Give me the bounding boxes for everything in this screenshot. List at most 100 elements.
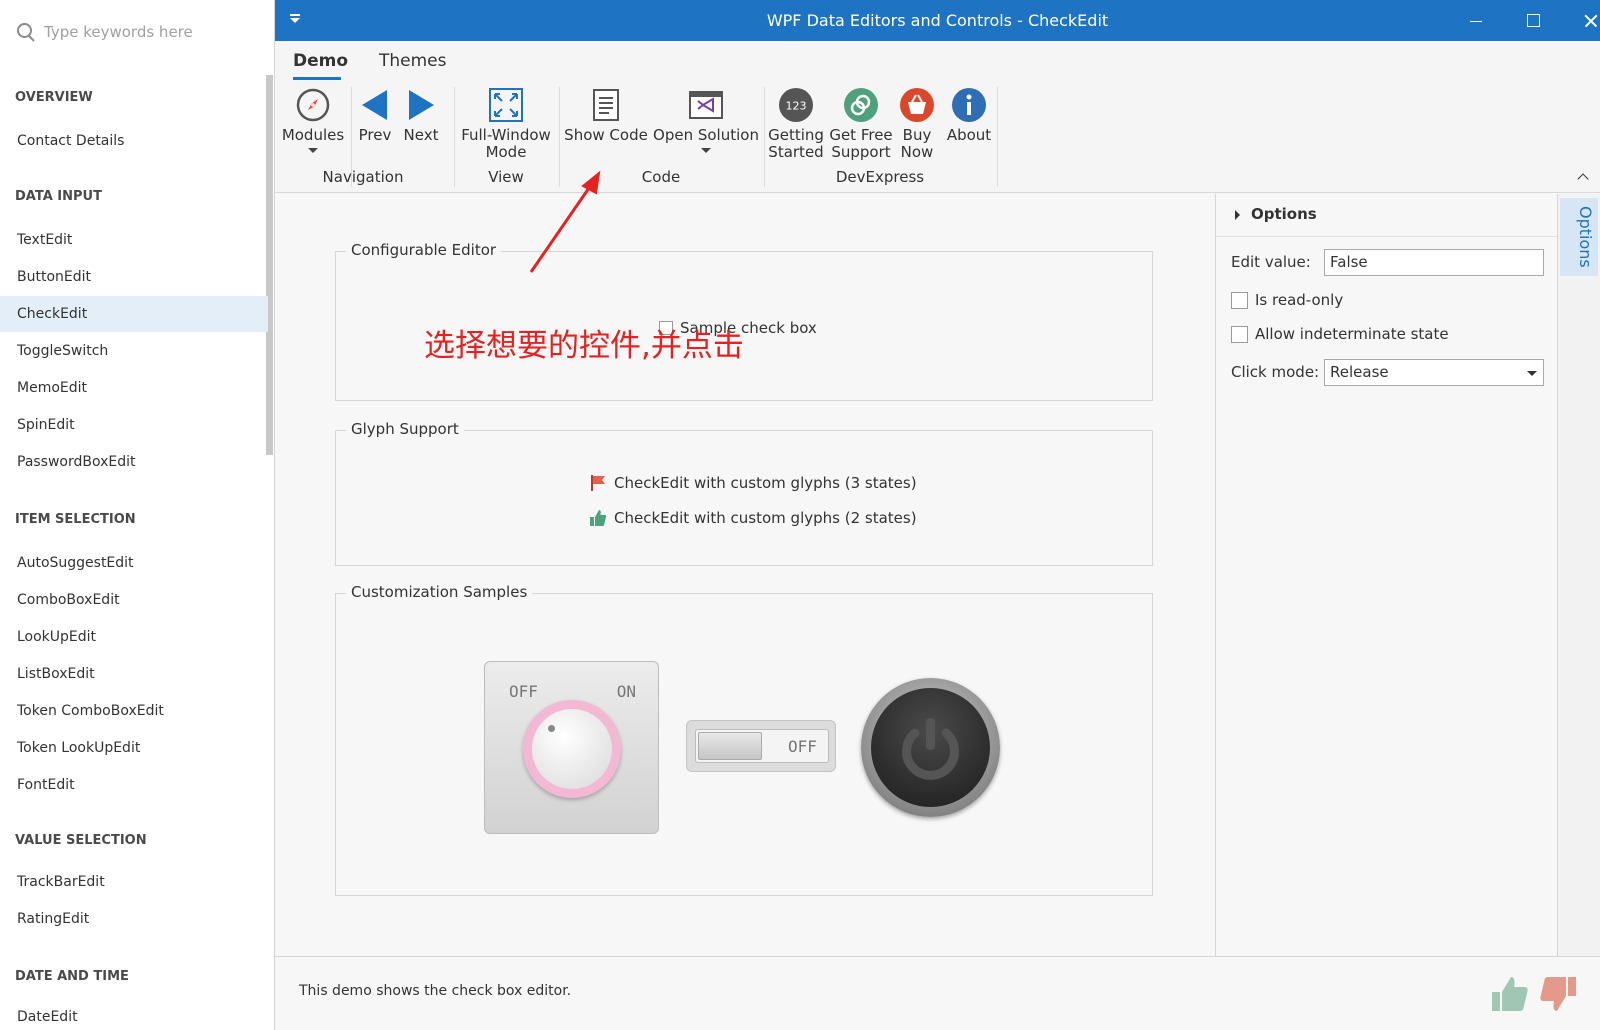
full-window-label-line2: Mode [485, 143, 527, 161]
get-free-support-button[interactable]: Get Free Support [829, 87, 893, 161]
customization-samples-group: Customization Samples OFF ON OFF [335, 583, 1153, 896]
nav-item-autosuggestedit[interactable]: AutoSuggestEdit [0, 545, 268, 581]
collapse-ribbon-icon[interactable] [1578, 172, 1588, 182]
nav-item-token-lookupedit[interactable]: Token LookUpEdit [0, 730, 268, 766]
status-text: This demo shows the check box editor. [299, 983, 572, 999]
is-readonly-checkbox[interactable]: Is read-only [1231, 291, 1343, 309]
expand-arrow-icon [1235, 210, 1240, 220]
glyph-support-title: Glyph Support [346, 420, 464, 438]
flag-icon [591, 475, 605, 491]
thumbs-up-icon [590, 510, 607, 526]
nav-item-memoedit[interactable]: MemoEdit [0, 370, 268, 406]
fullscreen-icon [489, 88, 523, 122]
nav-item-token-comboboxedit[interactable]: Token ComboBoxEdit [0, 693, 268, 729]
nav-item-spinedit[interactable]: SpinEdit [0, 407, 268, 443]
options-panel: Options Edit value: False Is read-only A… [1215, 194, 1557, 956]
prev-button[interactable]: Prev [355, 87, 395, 144]
full-window-mode-button[interactable]: Full-Window Mode [459, 87, 553, 161]
glyph-item1-label: CheckEdit with custom glyphs (3 states) [614, 474, 917, 492]
next-label: Next [403, 126, 439, 144]
get-free-support-label-line1: Get Free [829, 126, 893, 144]
options-side-tab[interactable]: Options [1560, 198, 1598, 276]
power-icon [902, 718, 959, 780]
tab-themes[interactable]: Themes [379, 51, 447, 71]
navigation-sidebar: OVERVIEW Contact Details DATA INPUT Text… [0, 0, 275, 1030]
buy-now-button[interactable]: Buy Now [895, 87, 939, 161]
toggle-switch-checkedit[interactable]: OFF [686, 720, 836, 772]
nav-item-passwordboxedit[interactable]: PasswordBoxEdit [0, 444, 268, 480]
knob-on-label: ON [616, 682, 636, 701]
nav-group-item-selection: ITEM SELECTION [15, 512, 136, 527]
nav-item-dateedit[interactable]: DateEdit [0, 999, 268, 1030]
about-button[interactable]: About [945, 87, 993, 144]
open-solution-dropdown-icon [701, 148, 711, 153]
search-box[interactable] [15, 18, 260, 46]
click-mode-value: Release [1330, 363, 1389, 381]
click-mode-select[interactable]: Release [1324, 359, 1544, 386]
tab-demo[interactable]: Demo [293, 51, 348, 71]
options-header[interactable]: Options [1216, 194, 1557, 237]
full-window-label-line1: Full-Window [461, 126, 551, 144]
modules-label: Modules [281, 126, 345, 144]
nav-item-contact-details[interactable]: Contact Details [0, 123, 268, 159]
allow-indeterminate-label: Allow indeterminate state [1255, 325, 1449, 343]
knob-dial [532, 709, 612, 789]
arrow-left-icon [362, 90, 387, 120]
nav-item-comboboxedit[interactable]: ComboBoxEdit [0, 582, 268, 618]
is-readonly-box[interactable] [1231, 291, 1248, 309]
show-code-button[interactable]: Show Code [564, 87, 648, 144]
nav-item-fontedit[interactable]: FontEdit [0, 767, 268, 803]
power-button-face [871, 688, 990, 807]
glyph-check-3-states[interactable]: CheckEdit with custom glyphs (3 states) [589, 474, 917, 492]
getting-started-icon: 123 [779, 88, 813, 122]
info-icon [952, 88, 986, 122]
toggle-track: OFF [695, 729, 829, 763]
knob-checkedit[interactable]: OFF ON [484, 661, 659, 834]
active-tab-indicator [293, 77, 341, 80]
show-code-label: Show Code [564, 126, 648, 144]
prev-label: Prev [358, 126, 392, 144]
getting-started-button[interactable]: 123 Getting Started [767, 87, 825, 161]
open-solution-label: Open Solution [653, 126, 759, 144]
buy-now-label-line1: Buy [902, 126, 932, 144]
annotation-text: 选择想要的控件,并点击 [424, 328, 744, 364]
nav-item-listboxedit[interactable]: ListBoxEdit [0, 656, 268, 692]
maximize-icon[interactable] [1505, 0, 1561, 41]
open-solution-button[interactable]: Open Solution [653, 87, 759, 153]
nav-item-ratingedit[interactable]: RatingEdit [0, 901, 268, 937]
close-icon[interactable] [1562, 0, 1600, 41]
allow-indeterminate-box[interactable] [1231, 325, 1248, 343]
support-icon [844, 88, 878, 122]
side-tab-strip: Options [1557, 194, 1600, 956]
about-label: About [946, 126, 992, 144]
nav-item-lookupedit[interactable]: LookUpEdit [0, 619, 268, 655]
like-icon[interactable] [1490, 974, 1530, 1014]
ribbon-separator [997, 87, 998, 187]
dislike-icon[interactable] [1538, 974, 1578, 1014]
main-window: WPF Data Editors and Controls - CheckEdi… [275, 0, 1600, 1030]
nav-item-checkedit[interactable]: CheckEdit [0, 296, 268, 332]
edit-value-label: Edit value: [1231, 253, 1311, 271]
group-devexpress-label: DevExpress [835, 168, 925, 186]
toggle-thumb[interactable] [698, 732, 762, 760]
compass-icon [296, 88, 330, 122]
window-title: WPF Data Editors and Controls - CheckEdi… [766, 11, 1109, 30]
next-button[interactable]: Next [401, 87, 441, 144]
nav-group-value-selection: VALUE SELECTION [15, 833, 147, 848]
get-free-support-label-line2: Support [831, 143, 891, 161]
allow-indeterminate-checkbox[interactable]: Allow indeterminate state [1231, 325, 1449, 343]
nav-item-trackbaredit[interactable]: TrackBarEdit [0, 864, 268, 900]
glyph-support-group: Glyph Support CheckEdit with custom glyp… [335, 420, 1153, 566]
nav-item-buttonedit[interactable]: ButtonEdit [0, 259, 268, 295]
nav-item-textedit[interactable]: TextEdit [0, 222, 268, 258]
status-bar: This demo shows the check box editor. [275, 956, 1600, 1030]
minimize-icon[interactable] [1448, 0, 1504, 41]
modules-button[interactable]: Modules [281, 87, 345, 153]
nav-group-date-and-time: DATE AND TIME [15, 969, 129, 984]
glyph-check-2-states[interactable]: CheckEdit with custom glyphs (2 states) [589, 509, 917, 527]
power-button-checkedit[interactable] [861, 678, 1000, 817]
nav-item-toggleswitch[interactable]: ToggleSwitch [0, 333, 268, 369]
search-input[interactable] [44, 23, 244, 41]
arrow-right-icon [409, 90, 434, 120]
edit-value-field[interactable]: False [1324, 249, 1544, 276]
